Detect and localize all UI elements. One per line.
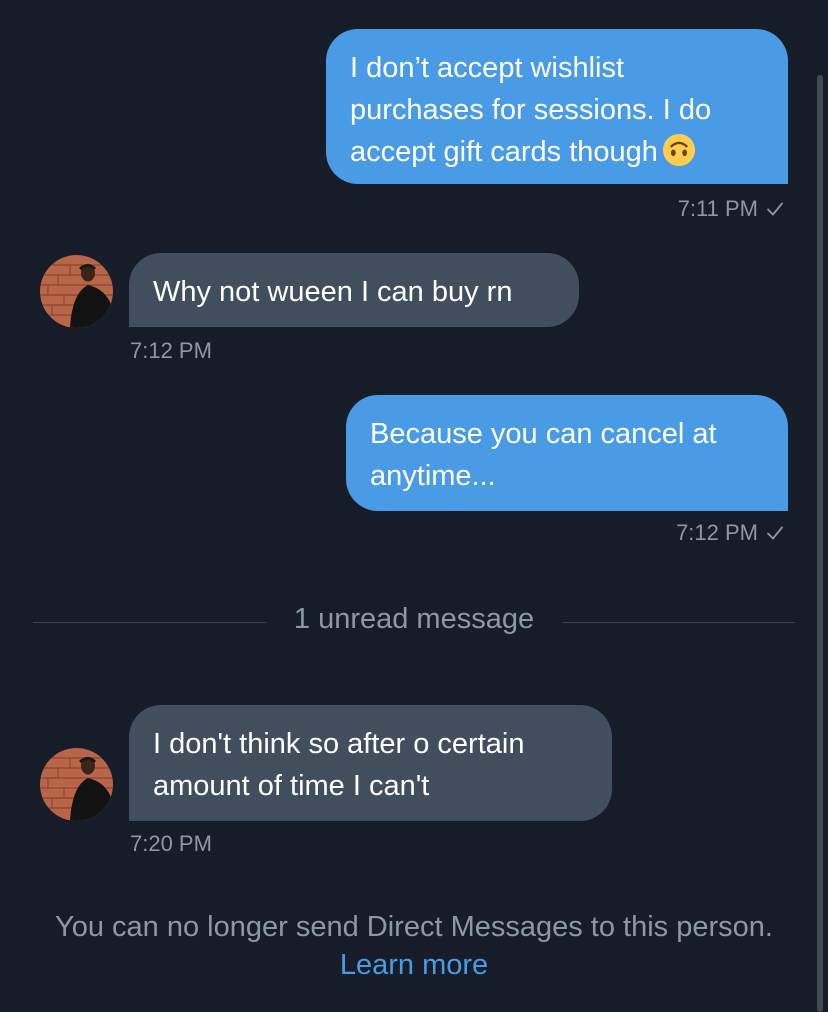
message-line: I don’t accept wishlist [350, 52, 625, 84]
message-line: Why not wueen I can buy rn [153, 276, 513, 308]
learn-more-link[interactable]: Learn more [340, 949, 488, 981]
unread-divider-label: 1 unread message [293, 603, 535, 635]
message-timestamp: 7:12 PM [130, 338, 212, 363]
message-line: I don't think so after o certain [153, 728, 525, 760]
sent-check-icon [767, 526, 783, 540]
unread-divider: 1 unread message [33, 600, 795, 640]
sent-check-icon [767, 202, 783, 216]
message-timestamp: 7:20 PM [130, 831, 212, 856]
scrollbar[interactable] [817, 75, 823, 1012]
avatar[interactable] [40, 748, 113, 821]
notice-text: You can no longer send Direct Messages t… [55, 911, 773, 943]
message-line: Because you can cancel at [370, 418, 717, 450]
person-avatar-icon [40, 255, 113, 328]
outgoing-message-bubble[interactable]: Because you can cancel at anytime... [346, 395, 788, 511]
message-line: purchases for sessions. I do [350, 94, 712, 126]
message-line: amount of time I can't [153, 770, 430, 802]
divider-line [562, 622, 795, 623]
dm-conversation: I don’t accept wishlist purchases for se… [0, 0, 828, 1012]
person-avatar-icon [40, 748, 113, 821]
dm-restricted-notice: You can no longer send Direct Messages t… [40, 908, 788, 984]
outgoing-message-bubble[interactable]: I don’t accept wishlist purchases for se… [326, 29, 788, 184]
incoming-message-bubble[interactable]: I don't think so after o certain amount … [129, 705, 612, 821]
message-line: anytime... [370, 460, 496, 492]
message-timestamp: 7:12 PM [676, 519, 784, 547]
upside-down-face-emoji [662, 133, 695, 167]
avatar[interactable] [40, 255, 113, 328]
message-timestamp: 7:11 PM [678, 195, 784, 223]
message-line: accept gift cards though [350, 131, 764, 173]
incoming-message-bubble[interactable]: Why not wueen I can buy rn [129, 253, 579, 327]
